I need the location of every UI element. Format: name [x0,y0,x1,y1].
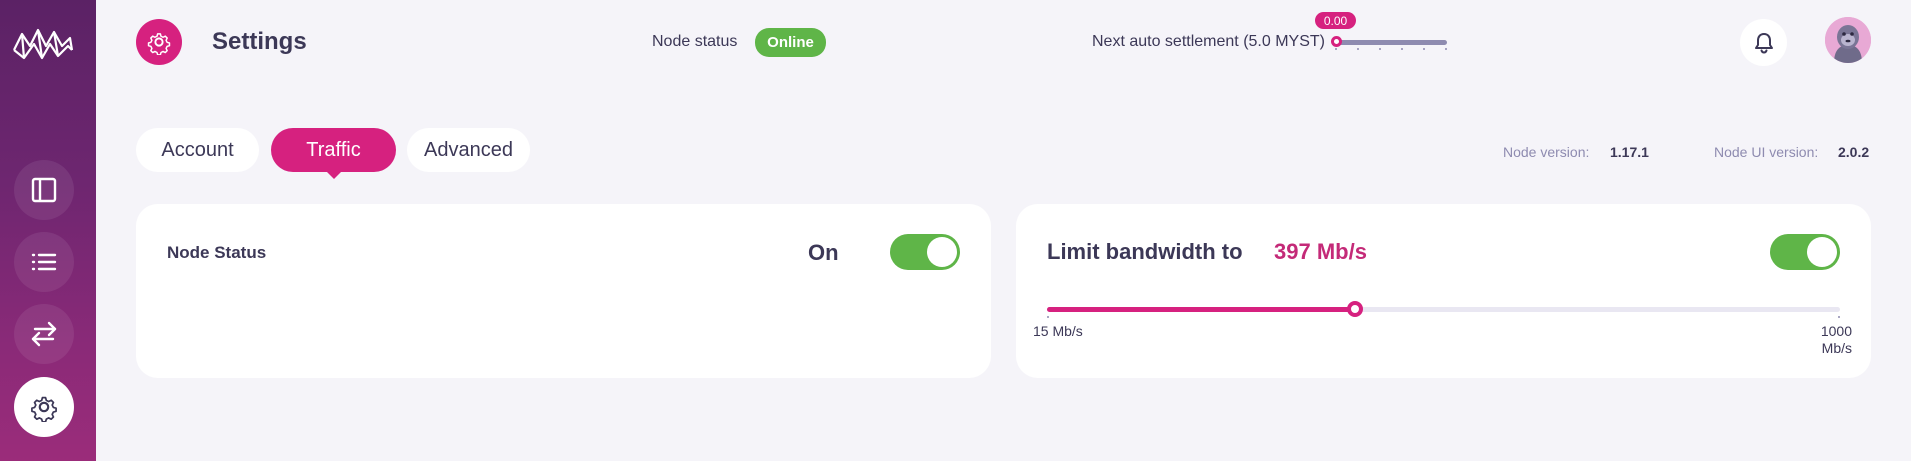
tab-advanced[interactable]: Advanced [407,128,530,172]
dashboard-icon [31,177,57,203]
sidebar-item-settings[interactable] [14,377,74,437]
mysterium-logo-icon[interactable] [12,22,74,64]
bandwidth-min-label: 15 Mb/s [1033,323,1083,339]
transactions-icon [31,321,57,347]
settlement-value-bubble: 0.00 [1315,12,1356,29]
node-status-card [136,204,991,378]
user-avatar-icon [1825,17,1871,63]
node-status-state: On [808,240,839,265]
slider-min-tick [1047,316,1049,318]
slider-max-tick [1838,316,1840,318]
sidebar [0,0,96,461]
sidebar-item-transactions[interactable] [14,304,74,364]
page-title: Settings [212,28,307,55]
bandwidth-slider-fill [1047,307,1355,312]
settlement-ticks [1335,48,1447,51]
bandwidth-value: 397 Mb/s [1274,239,1367,264]
status-badge: Online [755,28,826,57]
tab-account[interactable]: Account [136,128,259,172]
bandwidth-slider-handle[interactable] [1346,301,1363,317]
gear-icon [31,396,57,422]
node-status-label: Node status [652,33,738,50]
node-ui-version-value: 2.0.2 [1838,144,1870,160]
node-status-title: Node Status [167,243,267,262]
tab-traffic[interactable]: Traffic [271,128,396,172]
notifications-button[interactable] [1740,19,1787,66]
bandwidth-card [1016,204,1871,378]
settlement-progress-thumb [1331,36,1342,47]
node-version-value: 1.17.1 [1610,144,1649,160]
node-version-label: Node version: [1503,144,1590,160]
bell-icon [1754,32,1773,54]
sidebar-item-dashboard[interactable] [14,160,74,220]
active-tab-pointer [325,170,343,179]
node-status-toggle[interactable] [890,234,960,270]
bandwidth-max-label: 1000 Mb/s [1820,323,1852,356]
settlement-progress-track [1335,40,1447,45]
settlement-label: Next auto settlement (5.0 MYST) [1092,33,1325,50]
avatar[interactable] [1825,17,1871,63]
toggle-knob [1807,237,1837,267]
sidebar-item-sessions[interactable] [14,232,74,292]
page-settings-icon [136,19,182,65]
node-ui-version-label: Node UI version: [1714,144,1819,160]
bandwidth-title: Limit bandwidth to [1047,239,1243,264]
toggle-knob [927,237,957,267]
list-icon [31,253,57,271]
bandwidth-limit-toggle[interactable] [1770,234,1840,270]
